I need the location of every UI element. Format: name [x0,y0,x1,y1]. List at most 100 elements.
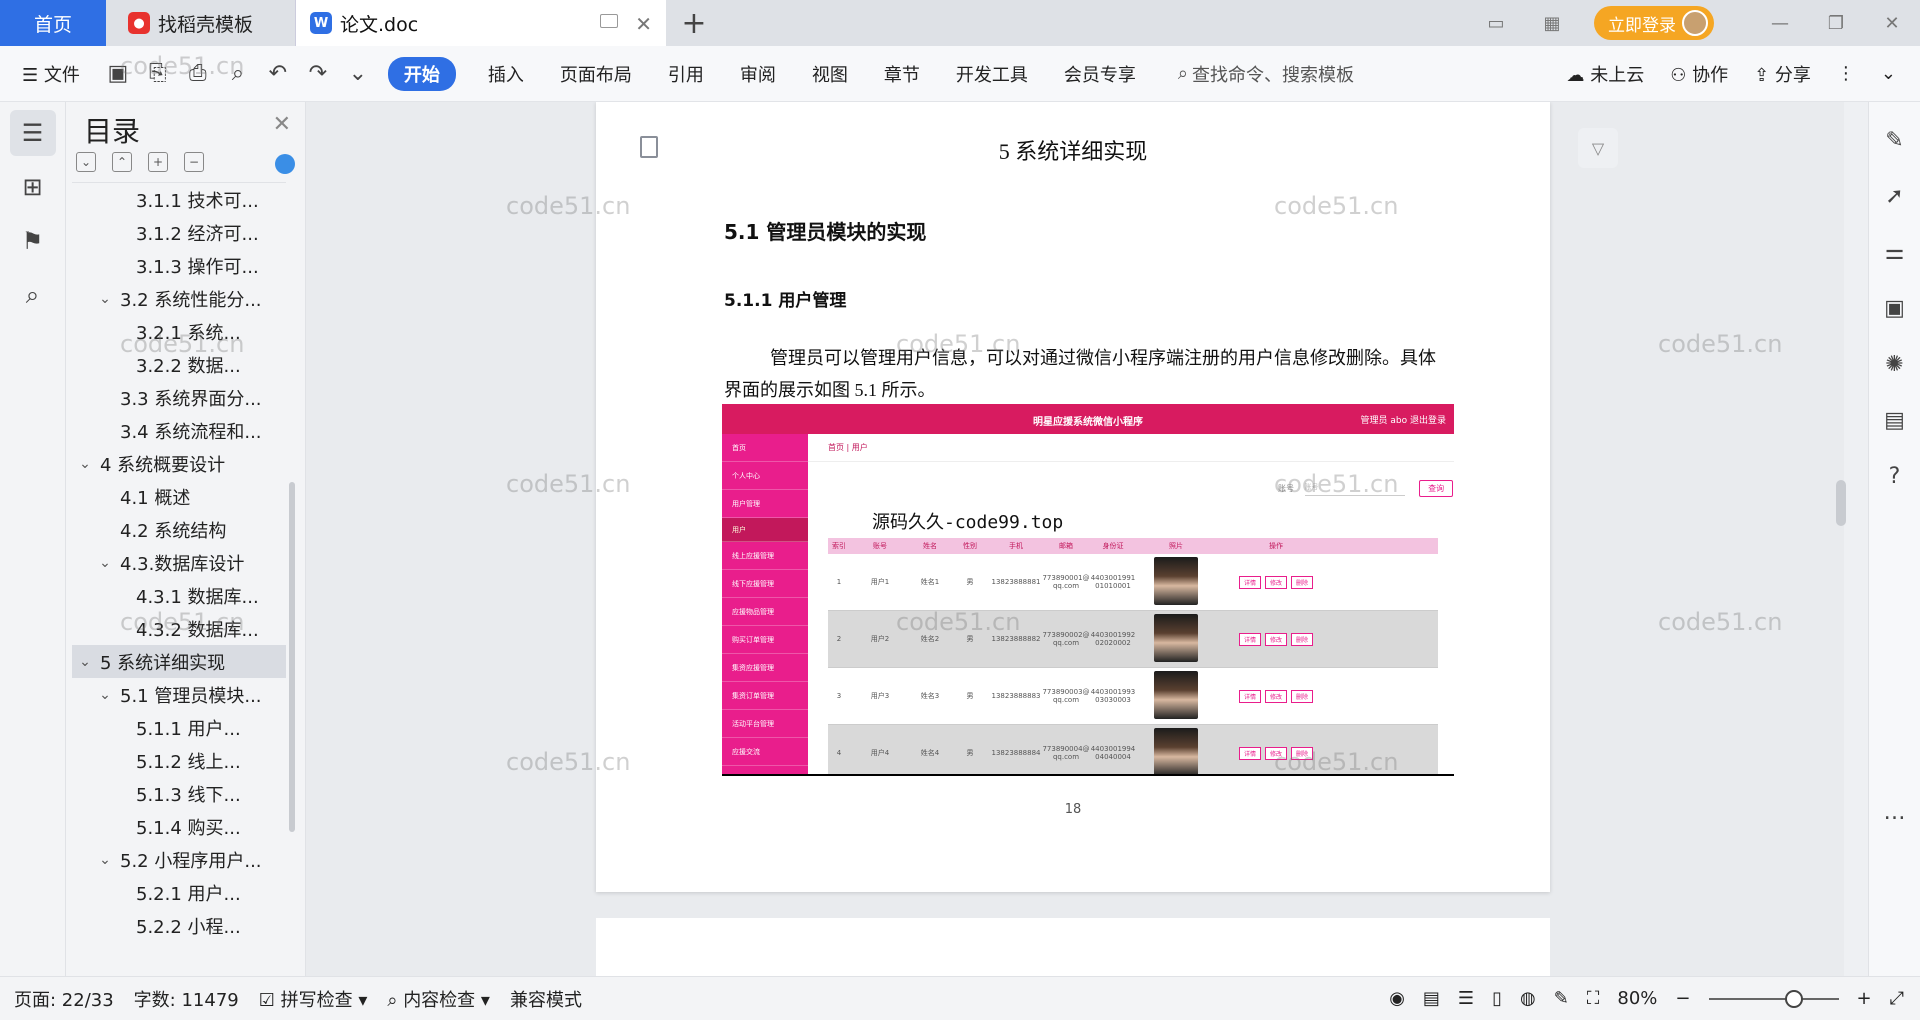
tab-view[interactable]: 视图 [794,61,866,87]
image-tool-icon[interactable]: ▣ [1877,290,1913,326]
remove-level-icon[interactable]: − [184,152,204,172]
expand-down-icon[interactable]: ⌄ [76,152,96,172]
collab-button[interactable]: ⚇ 协作 [1670,61,1728,87]
screen-icon[interactable] [600,14,618,28]
chevron-down-icon[interactable]: ⌄ [96,555,114,571]
command-search[interactable]: ⌕ 查找命令、搜索模板 [1178,61,1354,87]
toc-item[interactable]: 3.2.1 系统... [72,315,286,348]
reader-icon[interactable]: ▤ [1877,402,1913,438]
toc-panel-icon[interactable]: ☰ [9,110,56,156]
tab-home[interactable]: 首页 [0,0,106,46]
minimize-icon[interactable]: — [1752,13,1808,34]
add-level-icon[interactable]: + [148,152,168,172]
toc-item[interactable]: ⌄ 5 系统详细实现 [72,645,286,678]
fit-page-icon[interactable]: ⛶ [1587,988,1600,1009]
toc-item[interactable]: ⌄ 4 系统概要设计 [72,447,286,480]
toc-item[interactable]: 5.1.4 购买... [72,810,286,843]
find-icon[interactable]: ⌕ [10,272,56,318]
zoom-slider-handle[interactable] [1784,989,1803,1008]
restore-icon[interactable]: ❐ [1808,13,1864,34]
toc-item[interactable]: 3.2.2 数据... [72,348,286,381]
heading-section[interactable]: 5.1 管理员模块的实现 [724,216,926,245]
chevron-down-icon[interactable]: ⌄ [96,291,114,307]
toc-item[interactable]: 4.3.2 数据库... [72,612,286,645]
collapse-ribbon-icon[interactable]: ⌄ [1881,63,1896,84]
help-icon[interactable]: ? [1877,458,1913,494]
word-count[interactable]: 字数: 11479 [134,986,239,1012]
toc-scrollbar[interactable] [289,482,295,832]
tab-member[interactable]: 会员专享 [1046,61,1154,87]
ai-icon[interactable]: ✺ [1877,346,1913,382]
heading-chapter[interactable]: 5 系统详细实现 [596,134,1550,166]
chevron-down-icon[interactable]: ⌄ [76,654,94,670]
web-view-icon[interactable]: ◍ [1520,988,1536,1009]
toc-item[interactable]: 5.2.1 用户... [72,876,286,909]
close-window-icon[interactable]: ✕ [1864,13,1920,34]
undo-icon[interactable]: ↶ [263,59,293,89]
toc-item[interactable]: 3.4 系统流程和... [72,414,286,447]
embedded-screenshot[interactable]: 明星应援系统微信小程序 管理员 abo 退出登录 首页 个人中心 用户管理 用户 线上应… [722,404,1454,776]
fullscreen-icon[interactable]: ⤢ [1890,988,1904,1009]
zoom-slider[interactable] [1708,989,1839,1008]
toc-item[interactable]: ⌄ 5.2 小程序用户... [72,843,286,876]
page-view-icon[interactable]: ▤ [1423,988,1440,1009]
page-indicator[interactable]: 页面: 22/33 [14,986,114,1012]
chevron-down-icon[interactable]: ⌄ [96,852,114,868]
toc-item[interactable]: 4.3.1 数据库... [72,579,286,612]
file-menu[interactable]: ☰ 文件 [0,61,98,87]
tab-references[interactable]: 引用 [650,61,722,87]
eye-protection-icon[interactable]: ◉ [1389,988,1405,1009]
collapse-up-icon[interactable]: ⌃ [112,152,132,172]
write-view-icon[interactable]: ✎ [1554,988,1569,1009]
new-tab-button[interactable]: + [666,0,722,46]
tab-close-icon[interactable]: ✕ [635,12,652,36]
toc-item[interactable]: ⌄ 3.2 系统性能分... [72,282,286,315]
toc-item[interactable]: 5.2.2 小程... [72,909,286,942]
toc-item[interactable]: 3.3 系统界面分... [72,381,286,414]
toc-item[interactable]: 5.1.2 线上... [72,744,286,777]
apps-grid-icon[interactable]: ▦ [1524,13,1580,34]
zoom-level[interactable]: 80% [1617,988,1657,1009]
zoom-in-icon[interactable]: + [1857,988,1872,1009]
vertical-scrollbar[interactable] [1836,480,1846,526]
bookmark-icon[interactable]: ⚑ [10,218,56,264]
tab-insert[interactable]: 插入 [470,61,542,87]
pointer-icon[interactable]: ➚ [1877,178,1913,214]
outline-icon[interactable]: ⊞ [10,164,56,210]
toc-item[interactable]: 4.2 系统结构 [72,513,286,546]
cloud-status[interactable]: ☁ 未上云 [1566,61,1644,87]
print-preview-icon[interactable]: ⌕ [223,59,253,89]
chevron-down-icon[interactable]: ⌄ [96,687,114,703]
tab-start[interactable]: 开始 [387,56,456,91]
adjust-icon[interactable]: ⚌ [1877,234,1913,270]
outline-view-icon[interactable]: ☰ [1458,988,1474,1009]
close-icon[interactable]: ✕ [273,112,291,137]
print-icon[interactable]: ⎙ [183,59,213,89]
toc-item[interactable]: ⌄ 5.1 管理员模块... [72,678,286,711]
login-button[interactable]: 立即登录 [1594,6,1714,40]
toc-item[interactable]: ⌄ 4.3.数据库设计 [72,546,286,579]
toc-item[interactable]: 5.1.1 用户... [72,711,286,744]
tab-chapter[interactable]: 章节 [866,61,938,87]
toc-item[interactable]: 3.1.2 经济可... [72,216,286,249]
tab-document[interactable]: W 论文.doc ✕ [296,0,666,46]
content-check[interactable]: ⌕ 内容检查 ▾ [387,986,490,1012]
more-icon[interactable]: ⋮ [1837,63,1855,84]
toc-item[interactable]: 5.1.3 线下... [72,777,286,810]
sync-icon[interactable] [275,154,295,174]
zoom-out-icon[interactable]: − [1675,988,1690,1009]
tab-review[interactable]: 审阅 [722,61,794,87]
toc-item[interactable]: 3.1.1 技术可... [72,183,286,216]
layout-icon[interactable]: ▭ [1468,13,1524,34]
more-options-icon[interactable]: … [1877,794,1913,830]
export-icon[interactable]: ⎘ [143,59,173,89]
toc-item[interactable]: 4.1 概述 [72,480,286,513]
chevron-down-icon[interactable]: ⌄ [76,456,94,472]
toc-item[interactable]: 3.1.3 操作可... [72,249,286,282]
more-dropdown-icon[interactable]: ⌄ [343,59,373,89]
heading-subsection[interactable]: 5.1.1 用户管理 [724,286,846,311]
spell-check[interactable]: ☑ 拼写检查 ▾ [259,986,368,1012]
tab-page-layout[interactable]: 页面布局 [542,61,650,87]
pen-icon[interactable]: ✎ [1877,122,1913,158]
save-icon[interactable]: ▣ [103,59,133,89]
